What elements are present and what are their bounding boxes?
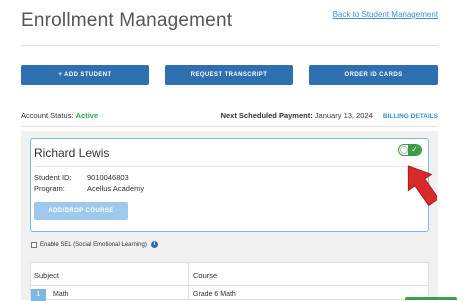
enable-sel-checkbox[interactable] xyxy=(31,241,37,248)
program-label: Program: xyxy=(34,184,65,193)
back-to-student-management-link[interactable]: Back to Student Management xyxy=(333,10,438,19)
billing-details-link[interactable]: BILLING DETAILS xyxy=(383,113,438,120)
student-card: Richard Lewis ✓ Student ID: 9010046803 Pr… xyxy=(30,138,429,232)
student-name: Richard Lewis xyxy=(34,146,110,160)
next-payment-date: January 13, 2024 xyxy=(314,111,373,120)
next-payment: Next Scheduled Payment: January 13, 2024… xyxy=(221,111,438,120)
toggle-knob xyxy=(400,146,408,154)
subject-column-header: Subject xyxy=(34,271,60,280)
table-header-divider xyxy=(31,285,428,286)
request-transcript-button[interactable]: REQUEST TRANSCRIPT xyxy=(165,65,293,85)
column-divider xyxy=(188,263,189,299)
student-enable-toggle[interactable]: ✓ xyxy=(398,144,422,156)
account-status: Account Status: Active xyxy=(21,111,98,120)
course-column-header: Course xyxy=(193,271,218,280)
account-status-label: Account Status: xyxy=(21,111,74,120)
status-divider xyxy=(21,126,438,127)
enable-sel-label: Enable SEL (Social Emotional Learning) xyxy=(40,241,147,248)
next-payment-label: Next Scheduled Payment: xyxy=(220,111,313,120)
account-status-value: Active xyxy=(75,111,99,120)
info-icon[interactable]: i xyxy=(150,241,158,248)
order-id-cards-button[interactable]: ORDER ID CARDS xyxy=(309,65,438,85)
page-title: Enrollment Management xyxy=(21,10,233,31)
program-value: Acellus Academy xyxy=(87,184,145,193)
student-id-row: Student ID: 9010046803 xyxy=(34,173,129,182)
table-cell-course: Grade 6 Math xyxy=(193,291,236,298)
table-cell-subject: Math xyxy=(53,291,69,298)
add-drop-course-button[interactable]: ADD/DROP COURSE xyxy=(34,202,128,220)
student-id-label: Student ID: xyxy=(34,173,72,182)
program-row: Program: Acellus Academy xyxy=(34,184,144,193)
checkmark-icon: ✓ xyxy=(408,145,421,155)
row-number-badge: 1 xyxy=(31,289,46,301)
courses-table: Subject Course 1 Math Grade 6 Math xyxy=(30,262,429,301)
add-student-button[interactable]: + ADD STUDENT xyxy=(21,65,149,85)
red-arrow-icon xyxy=(407,165,437,207)
header-divider xyxy=(21,45,438,46)
account-status-row: Account Status: Active Next Scheduled Pa… xyxy=(21,111,438,123)
sel-option: Enable SEL (Social Emotional Learning) i xyxy=(31,241,158,248)
card-divider xyxy=(34,166,422,167)
student-id-value: 9010046803 xyxy=(87,173,129,182)
